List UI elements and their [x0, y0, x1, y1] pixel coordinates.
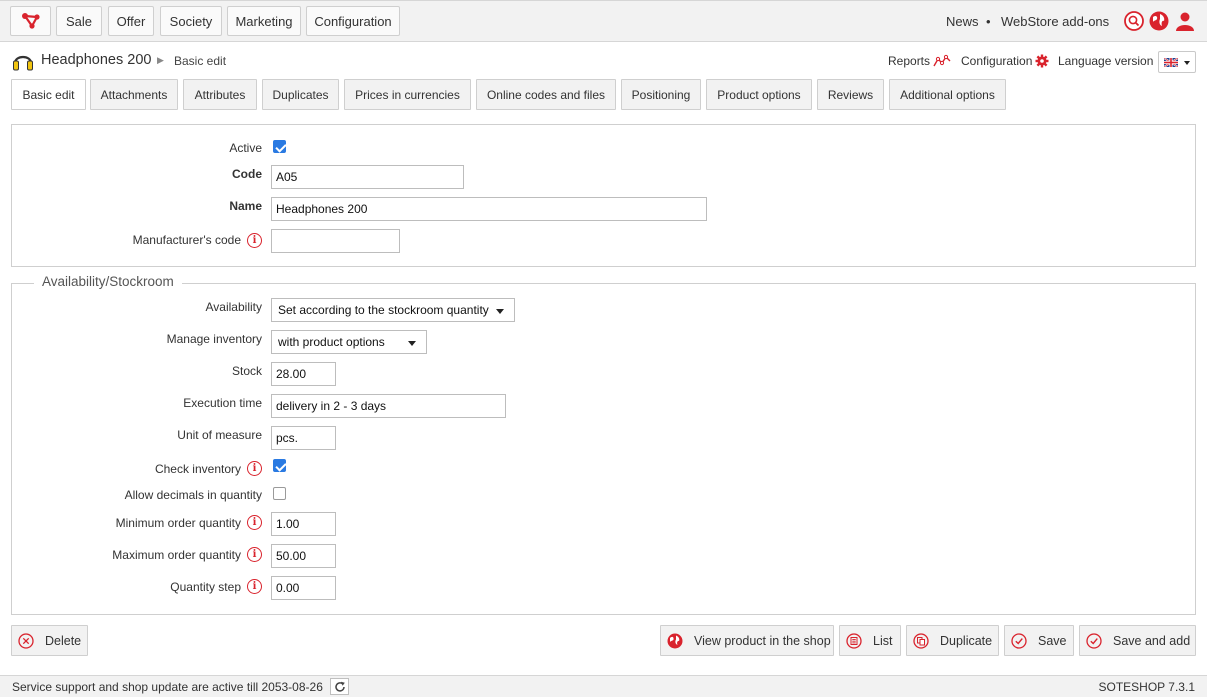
tab-attributes[interactable]: Attributes: [183, 79, 257, 110]
logo-icon: [21, 13, 40, 29]
tab-basic-edit[interactable]: Basic edit: [11, 79, 86, 110]
product-title: Headphones 200: [41, 52, 152, 68]
maximum-order-quantity-input[interactable]: [271, 544, 336, 568]
nav-society-button[interactable]: Society: [160, 6, 222, 36]
check-inventory-checkbox[interactable]: [273, 459, 286, 472]
delete-icon: [18, 633, 34, 649]
search-icon[interactable]: [1124, 11, 1144, 31]
view-product-label: View product in the shop: [694, 634, 831, 648]
save-label: Save: [1038, 634, 1067, 648]
checkmark-icon: [1011, 633, 1027, 649]
availability-value: Set according to the stockroom quantity: [278, 303, 489, 317]
availability-select[interactable]: Set according to the stockroom quantity: [271, 298, 515, 322]
home-logo-button[interactable]: [10, 6, 51, 36]
reports-link[interactable]: Reports: [888, 54, 930, 68]
gear-icon[interactable]: [1035, 54, 1049, 68]
save-and-add-button[interactable]: Save and add: [1079, 625, 1196, 656]
product-header: Headphones 200 ▶ Basic edit Reports Conf…: [0, 44, 1207, 78]
availability-label: Availability: [205, 300, 262, 314]
service-support-status: Service support and shop update are acti…: [12, 680, 323, 694]
nav-marketing-button[interactable]: Marketing: [227, 6, 301, 36]
maximum-order-quantity-label: Maximum order quantity: [112, 548, 241, 562]
manage-inventory-label: Manage inventory: [166, 332, 262, 346]
info-icon[interactable]: i: [247, 461, 262, 476]
tab-duplicates[interactable]: Duplicates: [262, 79, 339, 110]
tab-online-codes-and-files[interactable]: Online codes and files: [476, 79, 616, 110]
uk-flag-icon: [1164, 58, 1178, 67]
manage-inventory-value: with product options: [278, 335, 385, 349]
allow-decimals-checkbox[interactable]: [273, 487, 286, 500]
chevron-down-icon: [408, 341, 416, 346]
delete-button[interactable]: Delete: [11, 625, 88, 656]
list-button[interactable]: List: [839, 625, 901, 656]
tab-product-options[interactable]: Product options: [706, 79, 812, 110]
code-input[interactable]: [271, 165, 464, 189]
info-icon[interactable]: i: [247, 515, 262, 530]
top-navigation-bar: Sale Offer Society Marketing Configurati…: [0, 0, 1207, 42]
execution-time-input[interactable]: [271, 394, 506, 418]
news-link[interactable]: News: [946, 14, 979, 29]
save-and-add-label: Save and add: [1113, 634, 1191, 648]
tab-prices-in-currencies[interactable]: Prices in currencies: [344, 79, 471, 110]
configuration-link[interactable]: Configuration: [961, 54, 1032, 68]
duplicate-button[interactable]: Duplicate: [906, 625, 999, 656]
nav-sale-button[interactable]: Sale: [56, 6, 102, 36]
nav-offer-button[interactable]: Offer: [108, 6, 154, 36]
stock-label: Stock: [231, 364, 262, 378]
tab-positioning[interactable]: Positioning: [621, 79, 701, 110]
save-button[interactable]: Save: [1004, 625, 1074, 656]
breadcrumb-arrow-icon: ▶: [157, 55, 164, 65]
code-label: Code: [232, 167, 262, 181]
minimum-order-quantity-label: Minimum order quantity: [115, 516, 241, 530]
duplicate-label: Duplicate: [940, 634, 993, 648]
user-icon[interactable]: [1175, 11, 1195, 31]
view-product-in-shop-button[interactable]: View product in the shop: [660, 625, 834, 656]
reports-chart-icon[interactable]: [933, 54, 951, 68]
active-checkbox[interactable]: [273, 140, 286, 153]
tab-reviews[interactable]: Reviews: [817, 79, 884, 110]
info-icon[interactable]: i: [247, 547, 262, 562]
globe-icon: [667, 633, 683, 649]
checkmark-icon: [1086, 633, 1102, 649]
refresh-icon: [335, 681, 345, 692]
list-icon: [846, 633, 862, 649]
chevron-down-icon: [496, 309, 504, 314]
headphones-icon: [13, 55, 33, 71]
duplicate-icon: [913, 633, 929, 649]
manufacturers-code-input[interactable]: [271, 229, 400, 253]
check-inventory-label: Check inventory: [154, 462, 241, 476]
list-label: List: [873, 634, 893, 648]
unit-of-measure-label: Unit of measure: [177, 428, 262, 442]
name-label: Name: [229, 199, 262, 213]
tab-additional-options[interactable]: Additional options: [889, 79, 1006, 110]
stockroom-legend: Availability/Stockroom: [34, 274, 182, 289]
name-input[interactable]: [271, 197, 707, 221]
nav-configuration-button[interactable]: Configuration: [306, 6, 400, 36]
breadcrumb: Basic edit: [174, 54, 227, 68]
language-version-label: Language version: [1058, 54, 1154, 68]
version-label: SOTESHOP 7.3.1: [1098, 680, 1196, 694]
active-label: Active: [229, 141, 262, 155]
tab-attachments[interactable]: Attachments: [90, 79, 178, 110]
quantity-step-label: Quantity step: [170, 580, 241, 594]
manage-inventory-select[interactable]: with product options: [271, 330, 427, 354]
nav-separator: •: [986, 14, 991, 29]
globe-icon[interactable]: [1149, 11, 1169, 31]
chevron-down-icon: [1184, 61, 1190, 65]
refresh-button[interactable]: [330, 678, 349, 695]
stock-input[interactable]: [271, 362, 336, 386]
status-footer: Service support and shop update are acti…: [0, 675, 1207, 697]
minimum-order-quantity-input[interactable]: [271, 512, 336, 536]
execution-time-label: Execution time: [183, 396, 262, 410]
webstore-addons-link[interactable]: WebStore add-ons: [1001, 14, 1109, 29]
language-select[interactable]: [1158, 51, 1196, 73]
unit-of-measure-input[interactable]: [271, 426, 336, 450]
allow-decimals-label: Allow decimals in quantity: [124, 488, 262, 502]
delete-label: Delete: [45, 634, 82, 648]
info-icon[interactable]: i: [247, 579, 262, 594]
info-icon[interactable]: i: [247, 233, 262, 248]
quantity-step-input[interactable]: [271, 576, 336, 600]
manufacturers-code-label: Manufacturer's code: [132, 233, 241, 247]
